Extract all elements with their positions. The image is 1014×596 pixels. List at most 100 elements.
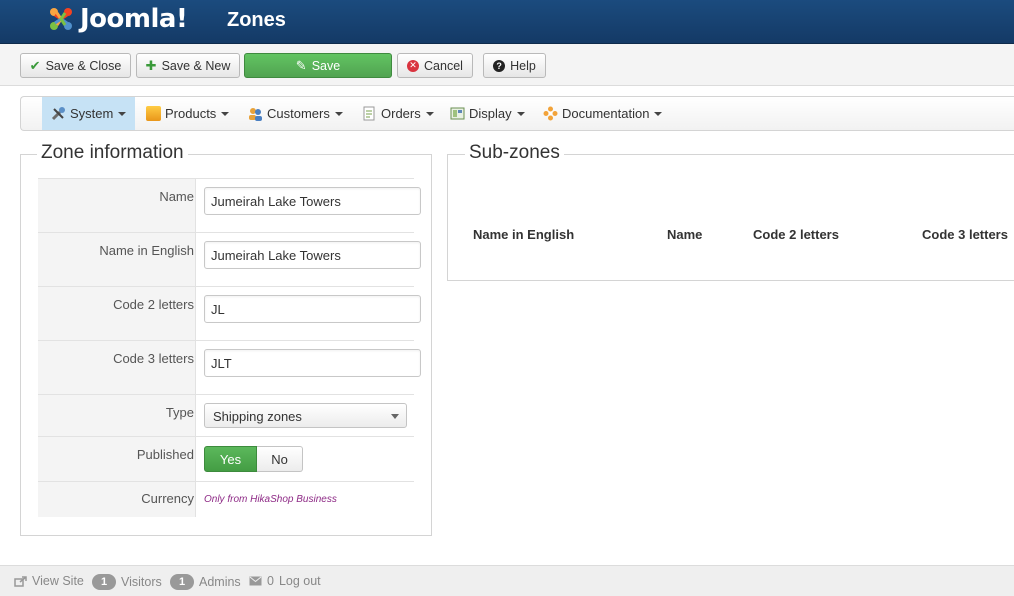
save-close-label: Save & Close [45, 58, 122, 73]
cancel-label: Cancel [424, 58, 463, 73]
name-input[interactable]: Jumeirah Lake Towers [204, 187, 421, 215]
name-english-label: Name in English [99, 243, 194, 258]
menu-customers-label: Customers [267, 106, 330, 121]
menu-orders[interactable]: Orders [353, 97, 443, 130]
admins-label: Admins [199, 575, 241, 589]
name-english-input[interactable]: Jumeirah Lake Towers [204, 241, 421, 269]
published-label: Published [136, 447, 194, 462]
row-published: Published Yes No [38, 436, 414, 481]
type-select[interactable]: Shipping zones [204, 403, 407, 428]
cancel-button[interactable]: ✕ Cancel [397, 53, 473, 78]
row-type: Type Shipping zones [38, 394, 414, 436]
zone-information-legend: Zone information [37, 142, 188, 164]
menu-documentation[interactable]: Documentation [534, 97, 671, 130]
visitors-count-badge: 1 [92, 574, 116, 590]
published-value-cell: Yes No [195, 437, 414, 481]
mail-icon [249, 576, 262, 586]
help-button[interactable]: ? Help [483, 53, 546, 78]
users-icon [249, 108, 262, 121]
menu-products[interactable]: Products [137, 97, 238, 130]
display-icon [450, 107, 465, 120]
edit-icon: ✎ [295, 58, 307, 73]
external-link-icon [14, 575, 27, 587]
row-code2: Code 2 letters JL [38, 286, 421, 340]
type-select-value: Shipping zones [213, 409, 302, 424]
page-title: Zones [227, 9, 286, 31]
save-new-button[interactable]: ✚ Save & New [136, 53, 240, 78]
joomla-logo-icon [50, 8, 72, 30]
code3-input[interactable]: JLT [204, 349, 421, 377]
logout-count: 0 [267, 574, 274, 588]
view-site-label: View Site [32, 574, 84, 588]
column-header-name[interactable]: Name [667, 227, 702, 242]
row-code3: Code 3 letters JLT [38, 340, 421, 394]
column-header-code3[interactable]: Code 3 letters [922, 227, 1008, 242]
joomla-logo[interactable]: Joomla! [46, 4, 188, 34]
help-icon: ? [493, 59, 506, 72]
logout-label: Log out [278, 574, 321, 588]
menu-orders-label: Orders [381, 106, 421, 121]
currency-label: Currency [141, 491, 194, 506]
plus-icon: ✚ [145, 58, 157, 73]
menu-products-label: Products [165, 106, 217, 121]
name-label: Name [159, 189, 194, 204]
column-header-code2[interactable]: Code 2 letters [753, 227, 839, 242]
code2-value-cell: JL [195, 287, 421, 340]
main-menu: System Products Customers Orders Display… [20, 96, 1014, 131]
code2-input[interactable]: JL [204, 295, 421, 323]
code3-label: Code 3 letters [113, 351, 194, 366]
published-toggle: Yes No [204, 446, 303, 472]
admins-count-badge: 1 [170, 574, 194, 590]
logo-text: Joomla! [80, 4, 188, 34]
save-label: Save [311, 58, 341, 73]
visitors-label: Visitors [121, 575, 162, 589]
currency-note: Only from HikaShop Business [204, 494, 337, 505]
name-english-value-cell: Jumeirah Lake Towers [195, 233, 421, 286]
menu-system-label: System [70, 106, 114, 121]
menu-customers[interactable]: Customers [239, 97, 352, 130]
save-close-button[interactable]: ✔ Save & Close [20, 53, 131, 78]
code2-label: Code 2 letters [113, 297, 194, 312]
published-yes-button[interactable]: Yes [204, 446, 257, 472]
row-name: Name Jumeirah Lake Towers [38, 178, 421, 232]
help-label: Help [510, 58, 536, 73]
menu-display-label: Display [469, 106, 512, 121]
type-label: Type [165, 405, 194, 420]
menu-system[interactable]: System [42, 97, 136, 130]
top-header: Joomla! Zones [0, 0, 1014, 44]
admins-indicator[interactable]: 1 Admins [170, 574, 241, 590]
orders-icon [363, 106, 375, 121]
tools-icon [51, 107, 65, 121]
column-header-name-english[interactable]: Name in English [473, 227, 574, 242]
published-no-button[interactable]: No [257, 446, 303, 472]
chevron-down-icon [425, 112, 434, 116]
sub-zones-legend: Sub-zones [465, 142, 564, 164]
chevron-down-icon [654, 112, 663, 116]
chevron-down-icon [516, 112, 525, 116]
visitors-indicator[interactable]: 1 Visitors [92, 574, 162, 590]
zone-information-panel: Zone information Name Jumeirah Lake Towe… [20, 142, 432, 536]
menu-display[interactable]: Display [441, 97, 534, 130]
toolbar: ✔ Save & Close ✚ Save & New ✎ Save ✕ Can… [0, 44, 1014, 86]
status-footer: View Site 1 Visitors 1 Admins 0 Log out [0, 565, 1014, 596]
sub-zones-panel: Sub-zones Name in English Name Code 2 le… [447, 142, 1014, 281]
help-flower-icon [543, 106, 558, 121]
code3-value-cell: JLT [195, 341, 421, 394]
type-value-cell: Shipping zones [195, 395, 414, 436]
dropdown-arrow-icon [391, 414, 399, 419]
menu-documentation-label: Documentation [562, 106, 650, 121]
chevron-down-icon [221, 112, 230, 116]
checkmark-icon: ✔ [29, 58, 41, 73]
chevron-down-icon [118, 112, 127, 116]
save-new-label: Save & New [161, 58, 231, 73]
logout-link[interactable]: 0 Log out [249, 574, 321, 588]
box-icon [146, 106, 161, 121]
name-value-cell: Jumeirah Lake Towers [195, 179, 421, 232]
chevron-down-icon [334, 112, 343, 116]
cancel-icon: ✕ [407, 59, 420, 72]
view-site-link[interactable]: View Site [14, 574, 84, 588]
save-button[interactable]: ✎ Save [244, 53, 392, 78]
row-currency: Currency Only from HikaShop Business [38, 481, 414, 517]
row-name-english: Name in English Jumeirah Lake Towers [38, 232, 421, 286]
currency-value-cell: Only from HikaShop Business [195, 482, 414, 517]
